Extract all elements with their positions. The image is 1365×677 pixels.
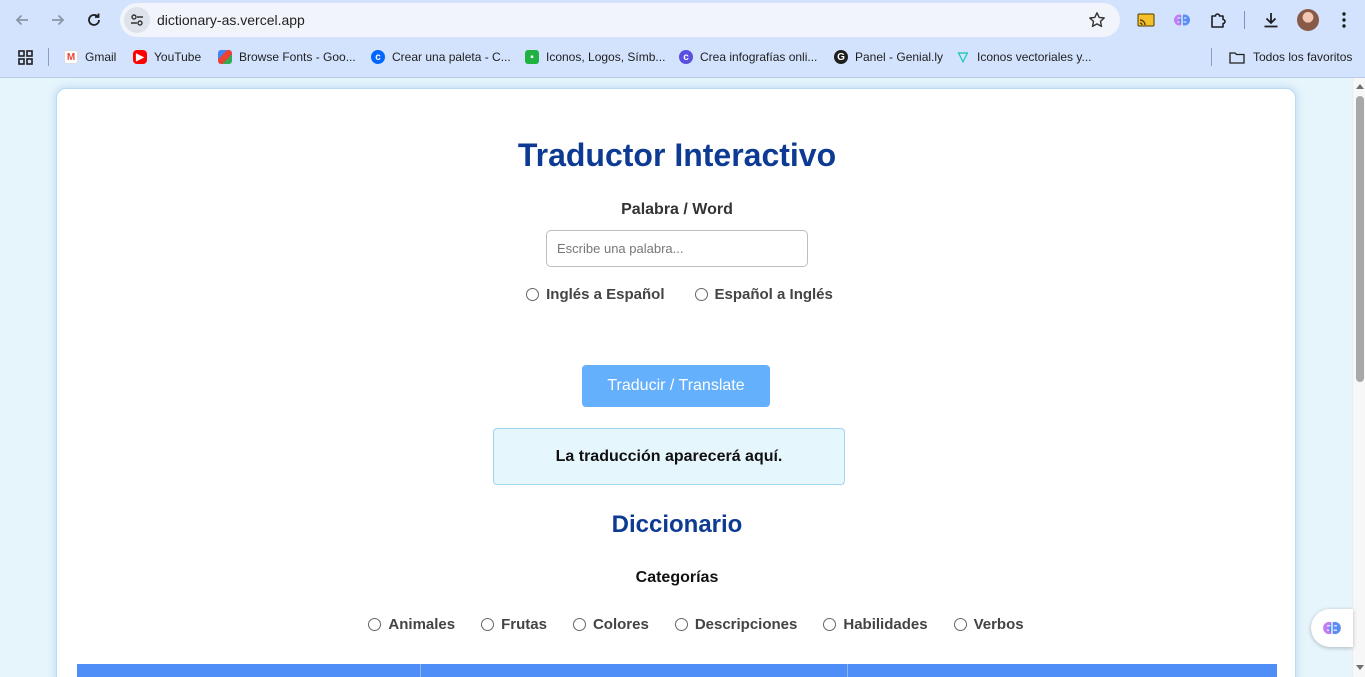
forward-button[interactable] [46, 8, 70, 32]
canva-icon: c [679, 50, 693, 64]
radio-circle[interactable] [481, 618, 495, 631]
browser-chrome: dictionary-as.vercel.app M Gmail ▶ YouTu… [0, 0, 1365, 78]
radio-circle[interactable] [572, 618, 586, 631]
radio-label: Verbos [973, 616, 1024, 633]
forward-arrow-icon [52, 14, 65, 26]
radio-circle[interactable] [526, 288, 540, 301]
apps-grid-icon[interactable] [18, 48, 33, 66]
radio-label: Animales [388, 616, 456, 633]
bookmark-youtube[interactable]: ▶ YouTube [133, 48, 201, 66]
genially-icon: G [834, 50, 848, 64]
tune-icon [131, 14, 143, 26]
scroll-down-arrow-icon[interactable] [1356, 665, 1364, 670]
scroll-up-arrow-icon[interactable] [1356, 84, 1364, 89]
icons8-icon: ▪ [525, 50, 539, 64]
category-descripciones[interactable]: Descripciones [674, 616, 798, 633]
table-header-cell [848, 664, 1277, 677]
bookmark-canva[interactable]: c Crea infografías onli... [679, 48, 817, 66]
translation-result: La traducción aparecerá aquí. [493, 428, 845, 485]
radio-label: Colores [592, 616, 649, 633]
bookmark-icons8[interactable]: ▪ Iconos, Logos, Símb... [525, 48, 665, 66]
brain-icon [1323, 621, 1341, 635]
back-button[interactable] [10, 8, 34, 32]
categories-label: Categorías [635, 569, 719, 586]
scrollbar-thumb[interactable] [1356, 96, 1364, 382]
bookmark-gmail[interactable]: M Gmail [64, 48, 116, 66]
radio-espanol-a-ingles[interactable]: Español a Inglés [694, 286, 833, 303]
dictionary-title: Diccionario [611, 511, 743, 538]
coolors-icon: c [371, 50, 385, 64]
bookmark-coolors[interactable]: c Crear una paleta - C... [371, 48, 511, 66]
all-bookmarks-folder[interactable]: Todos los favoritos [1229, 48, 1352, 66]
bookmark-flaticon[interactable]: ▽ Iconos vectoriales y... [956, 48, 1092, 66]
translate-button[interactable]: Traducir / Translate [582, 365, 770, 407]
google-fonts-icon [218, 50, 232, 64]
bookmarks-divider [48, 48, 49, 66]
bookmark-label: Panel - Genial.ly [855, 50, 944, 64]
bookmark-genially[interactable]: G Panel - Genial.ly [834, 48, 943, 66]
bookmarks-divider [1211, 48, 1212, 66]
bookmark-label: Iconos vectoriales y... [977, 50, 1092, 64]
cast-extension-icon[interactable] [1136, 10, 1156, 30]
gmail-icon: M [64, 50, 78, 64]
radio-label: Habilidades [843, 616, 928, 633]
radio-circle[interactable] [368, 618, 382, 631]
menu-kebab-icon[interactable] [1334, 10, 1354, 30]
ai-assistant-button[interactable] [1311, 609, 1353, 647]
word-label: Palabra / Word [621, 201, 733, 218]
back-arrow-icon [15, 14, 28, 26]
radio-circle[interactable] [674, 618, 688, 631]
word-input[interactable] [546, 230, 808, 267]
flaticon-icon: ▽ [958, 49, 968, 64]
category-options: Animales Frutas Colores Descripciones Ha… [57, 616, 1297, 633]
table-header-cell [77, 664, 421, 677]
bookmark-label: Crear una paleta - C... [392, 50, 511, 64]
direction-options: Inglés a Español Español a Inglés [57, 286, 1297, 303]
category-frutas[interactable]: Frutas [481, 616, 547, 633]
radio-circle[interactable] [953, 618, 967, 631]
bookmark-label: Gmail [85, 50, 117, 64]
radio-ingles-a-espanol[interactable]: Inglés a Español [526, 286, 665, 303]
category-habilidades[interactable]: Habilidades [823, 616, 928, 633]
bookmark-label: Browse Fonts - Goo... [239, 50, 356, 64]
bookmark-label: YouTube [154, 50, 202, 64]
downloads-icon[interactable] [1261, 10, 1281, 30]
bookmark-label: Iconos, Logos, Símb... [546, 50, 666, 64]
radio-label: Descripciones [694, 616, 798, 633]
radio-circle[interactable] [694, 288, 708, 301]
translator-card: Traductor Interactivo Palabra / Word Ing… [56, 88, 1296, 677]
radio-label: Inglés a Español [546, 286, 665, 303]
toolbar-divider [1244, 11, 1245, 29]
radio-label: Frutas [501, 616, 547, 633]
youtube-icon: ▶ [133, 50, 147, 64]
page-viewport: Traductor Interactivo Palabra / Word Ing… [0, 78, 1352, 677]
dictionary-table-header [77, 664, 1277, 677]
extensions-puzzle-icon[interactable] [1208, 10, 1228, 30]
folder-icon [1229, 51, 1245, 64]
bookmark-label: Crea infografías onli... [700, 50, 818, 64]
url-text[interactable]: dictionary-as.vercel.app [157, 12, 305, 28]
page-title: Traductor Interactivo [517, 137, 837, 173]
bookmarks-bar: M Gmail ▶ YouTube Browse Fonts - Goo... … [0, 44, 1365, 70]
reload-icon [88, 13, 100, 26]
reload-button[interactable] [82, 8, 106, 32]
category-verbos[interactable]: Verbos [953, 616, 1024, 633]
radio-label: Español a Inglés [714, 286, 833, 303]
site-info-button[interactable] [124, 7, 150, 33]
category-animales[interactable]: Animales [368, 616, 455, 633]
radio-circle[interactable] [823, 618, 837, 631]
browser-toolbar: dictionary-as.vercel.app [0, 0, 1365, 40]
profile-avatar[interactable] [1297, 9, 1319, 31]
bookmark-google-fonts[interactable]: Browse Fonts - Goo... [218, 48, 356, 66]
table-header-cell [421, 664, 848, 677]
brain-extension-icon[interactable] [1172, 10, 1192, 30]
category-colores[interactable]: Colores [572, 616, 649, 633]
bookmark-star-icon[interactable] [1088, 11, 1106, 29]
address-bar[interactable]: dictionary-as.vercel.app [120, 3, 1120, 37]
all-bookmarks-label: Todos los favoritos [1253, 50, 1353, 64]
page-scrollbar[interactable] [1352, 78, 1365, 677]
